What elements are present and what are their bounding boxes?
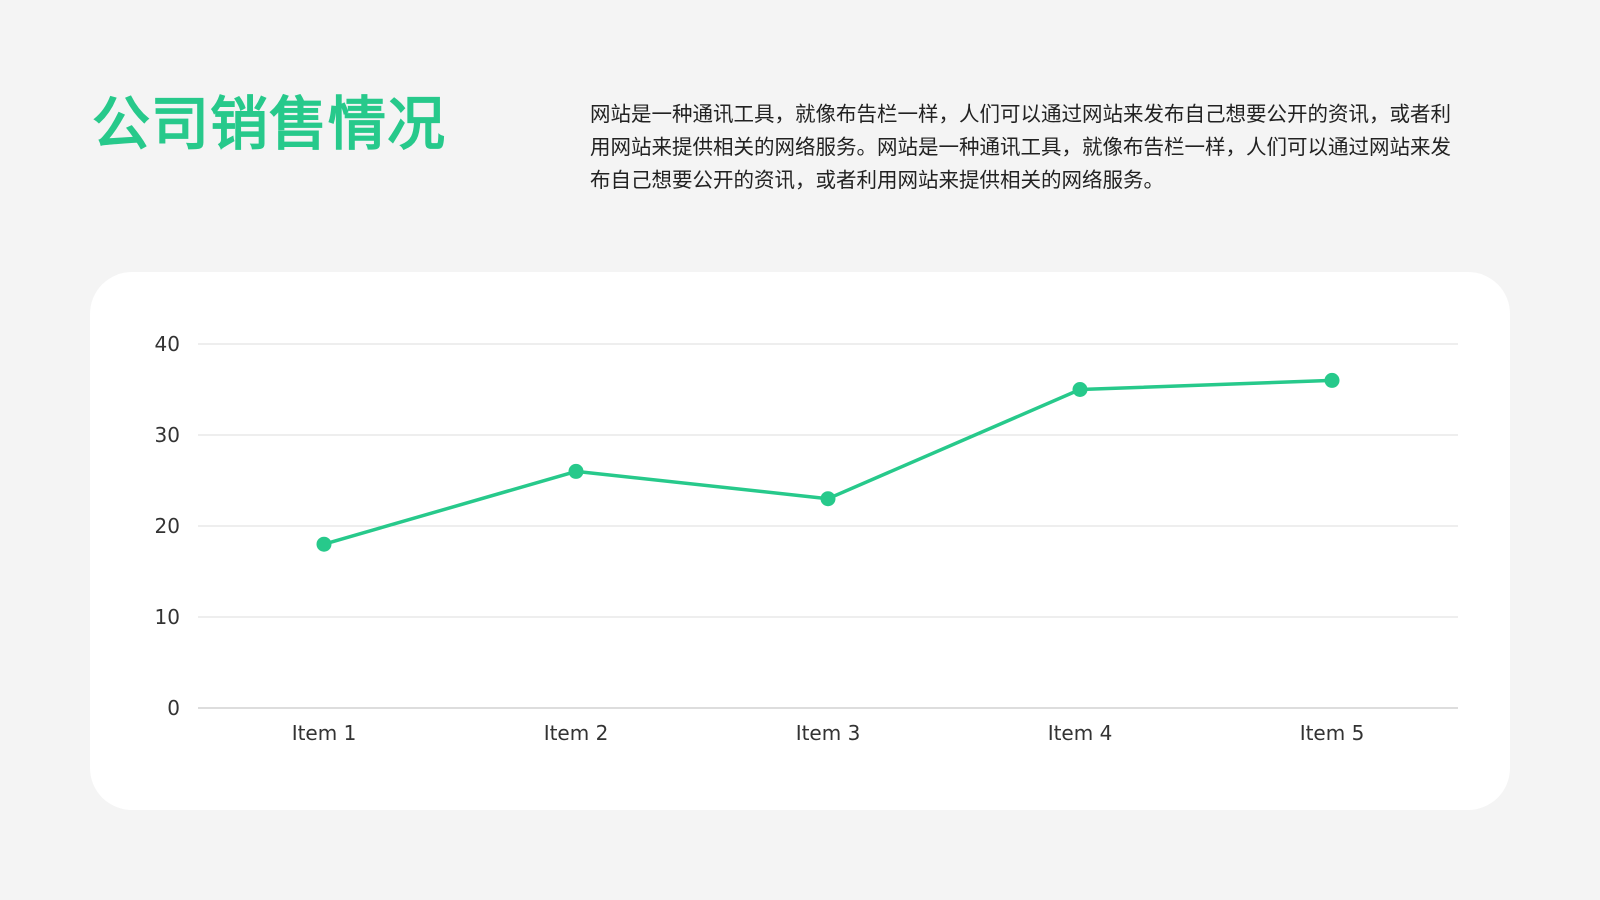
y-tick-label: 10 [155, 605, 180, 629]
y-tick-label: 20 [155, 514, 180, 538]
data-point [1324, 372, 1340, 388]
data-point [316, 536, 332, 552]
x-tick-label: Item 4 [1048, 721, 1113, 745]
data-point [1072, 382, 1088, 397]
y-axis-ticks: 0 10 20 30 40 [155, 332, 180, 720]
series-line [322, 378, 1334, 546]
y-tick-label: 0 [167, 696, 180, 720]
data-point [820, 491, 836, 507]
x-tick-label: Item 2 [544, 721, 609, 745]
x-tick-label: Item 5 [1300, 721, 1365, 745]
data-point-markers [316, 372, 1340, 552]
data-point [568, 463, 584, 479]
series-line-layer [322, 378, 1334, 546]
x-tick-label: Item 3 [796, 721, 861, 745]
sales-line-chart: 0 10 20 30 40 Item 1 Item 2 Item 3 Item 4 Item 5 [155, 332, 1458, 745]
y-tick-label: 30 [155, 423, 180, 447]
y-tick-label: 40 [155, 332, 180, 356]
x-axis-ticks: Item 1 Item 2 Item 3 Item 4 Item 5 [292, 721, 1365, 745]
x-tick-label: Item 1 [292, 721, 357, 745]
